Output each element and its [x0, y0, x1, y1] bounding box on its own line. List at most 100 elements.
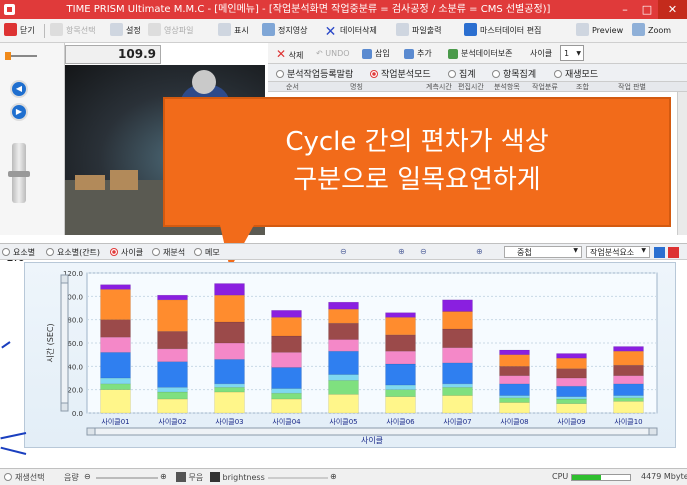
- brightness-control[interactable]: brightness: [210, 472, 265, 482]
- video-open-label: 영상파일: [164, 26, 194, 35]
- bar-segment: [613, 364, 644, 376]
- y-tick-label: 0.0: [72, 410, 83, 418]
- delete-button[interactable]: ✕ 삭제: [276, 46, 303, 62]
- save-analysis-button[interactable]: 분석데이터보존: [448, 46, 513, 62]
- data-delete-button[interactable]: ✕ 데이터삭제: [324, 23, 377, 39]
- tab-playback-mode[interactable]: 재생모드: [554, 67, 598, 80]
- close-icon: [4, 23, 17, 36]
- preview-icon: [576, 23, 589, 36]
- preview-button[interactable]: Preview: [576, 23, 623, 39]
- tab-summary[interactable]: 집계: [448, 67, 476, 80]
- status-bar: 재생선택 음량 ⊖ ⊕ 무음 brightness ⊕ CPU 4479 Mby…: [0, 468, 687, 485]
- chart-view-icon[interactable]: [654, 247, 665, 258]
- volume-slider[interactable]: [96, 477, 158, 479]
- zoom-in-y-icon[interactable]: ⊕: [476, 247, 483, 256]
- y-tick-label: 60.0: [67, 340, 83, 348]
- radio-icon: [152, 248, 160, 256]
- brightness-up-icon[interactable]: ⊕: [330, 472, 337, 481]
- tab-item-summary-label: 항목집계: [503, 70, 537, 80]
- bar-segment: [100, 377, 131, 385]
- brightness-slider[interactable]: [268, 477, 328, 479]
- tab-by-element-gantt[interactable]: 요소별(간트): [46, 247, 100, 258]
- still-image-button[interactable]: 정지영상: [262, 23, 307, 39]
- bar-segment: [385, 363, 416, 386]
- cycle-select[interactable]: 1 ▼: [560, 45, 584, 61]
- title-bar: TIME PRISM Ultimate M.M.C - [메인메뉴] - [작업…: [0, 0, 687, 19]
- y-tick-label: 20.0: [67, 387, 83, 395]
- x-tick-label: 사이클07: [443, 417, 471, 426]
- zoom-out-x-icon[interactable]: ⊖: [340, 247, 347, 256]
- bar-segment: [271, 388, 302, 394]
- film-icon: [148, 23, 161, 36]
- playback-select[interactable]: 재생선택: [4, 472, 44, 483]
- settings-button[interactable]: 설정: [110, 23, 141, 39]
- insert-button[interactable]: 삽입: [362, 46, 390, 62]
- annotation-arrow: [1, 341, 11, 349]
- column-header[interactable]: 순서: [286, 82, 299, 92]
- bar-segment: [613, 350, 644, 366]
- master-edit-button[interactable]: 마스터데이터 편집: [464, 23, 541, 39]
- tab-analysis-register[interactable]: 분석작업등록말람: [276, 67, 353, 80]
- column-header[interactable]: 계측시간: [426, 82, 452, 92]
- column-header[interactable]: 작업 판별: [618, 82, 646, 92]
- x-axis-label: 사이클: [361, 435, 383, 445]
- image-icon: [262, 23, 275, 36]
- stack-mode-select[interactable]: 중첩 ▼: [504, 246, 582, 258]
- bar-segment: [442, 387, 473, 396]
- item-select-button[interactable]: 항목선택: [50, 23, 95, 39]
- volume-up-icon[interactable]: ⊕: [160, 472, 167, 481]
- video-worker-head: [192, 70, 216, 94]
- column-header[interactable]: 편집시간: [458, 82, 484, 92]
- add-button[interactable]: 추가: [404, 46, 432, 62]
- next-button[interactable]: ▶: [10, 103, 28, 121]
- cpu-meter-fill: [572, 475, 601, 480]
- zoom-label: Zoom: [648, 26, 672, 35]
- bar-segment: [157, 361, 188, 388]
- bar-segment: [556, 396, 587, 400]
- column-header[interactable]: 분석항목: [494, 82, 520, 92]
- grid-scrollbar[interactable]: [677, 92, 687, 235]
- undo-label: UNDO: [325, 49, 350, 58]
- bar-segment: [214, 387, 245, 393]
- display-button[interactable]: 표시: [218, 23, 249, 39]
- undo-button[interactable]: ↶ UNDO: [316, 46, 350, 62]
- bar-segment: [328, 339, 359, 352]
- undo-icon: ↶: [316, 49, 323, 58]
- chart-export-icon[interactable]: [668, 247, 679, 258]
- tab-by-element[interactable]: 요소별: [2, 247, 35, 258]
- zoom-in-x-icon[interactable]: ⊕: [398, 247, 405, 256]
- tab-memo[interactable]: 메모: [194, 247, 220, 258]
- mute-toggle[interactable]: 무음: [176, 472, 203, 483]
- volume-down-icon[interactable]: ⊖: [84, 472, 91, 481]
- tab-item-summary[interactable]: 항목집계: [492, 67, 536, 80]
- bar-segment: [556, 357, 587, 369]
- tab-analysis-mode[interactable]: 작업분석모드: [370, 67, 431, 80]
- file-output-button[interactable]: 파일출력: [396, 23, 441, 39]
- tab-reanalysis[interactable]: 재분석: [152, 247, 185, 258]
- minimize-button[interactable]: –: [614, 0, 636, 19]
- previous-button[interactable]: ◀: [10, 80, 28, 98]
- y-tick-label: 80.0: [67, 317, 83, 325]
- close-button[interactable]: 닫기: [4, 23, 35, 39]
- zoom-button[interactable]: Zoom: [632, 23, 671, 39]
- radio-icon: [2, 248, 10, 256]
- bar-segment: [499, 383, 530, 396]
- bar-segment: [214, 294, 245, 323]
- window-close-button[interactable]: ✕: [658, 0, 687, 19]
- bar-segment: [499, 349, 530, 355]
- maximize-button[interactable]: □: [636, 0, 658, 19]
- display-label: 표시: [234, 26, 249, 35]
- tab-cycle[interactable]: 사이클: [110, 247, 143, 258]
- master-edit-label: 마스터데이터 편집: [480, 26, 542, 35]
- x-tick-label: 사이클04: [272, 417, 301, 426]
- bar-segment: [157, 398, 188, 414]
- element-select[interactable]: 작업분석요소 ▼: [586, 246, 650, 258]
- chart-view-tabs: 요소별 요소별(간트) 사이클 재분석 메모 ⊖ ⊕ ⊖ ⊕ 중첩 ▼ 작업분석…: [0, 243, 687, 260]
- video-open-button[interactable]: 영상파일: [148, 23, 193, 39]
- speed-slider-handle[interactable]: [8, 171, 30, 177]
- column-header[interactable]: 조합: [576, 82, 589, 92]
- seek-slider[interactable]: [5, 51, 37, 61]
- column-header[interactable]: 작업분류: [532, 82, 558, 92]
- column-header[interactable]: 명칭: [350, 82, 363, 92]
- zoom-out-y-icon[interactable]: ⊖: [420, 247, 427, 256]
